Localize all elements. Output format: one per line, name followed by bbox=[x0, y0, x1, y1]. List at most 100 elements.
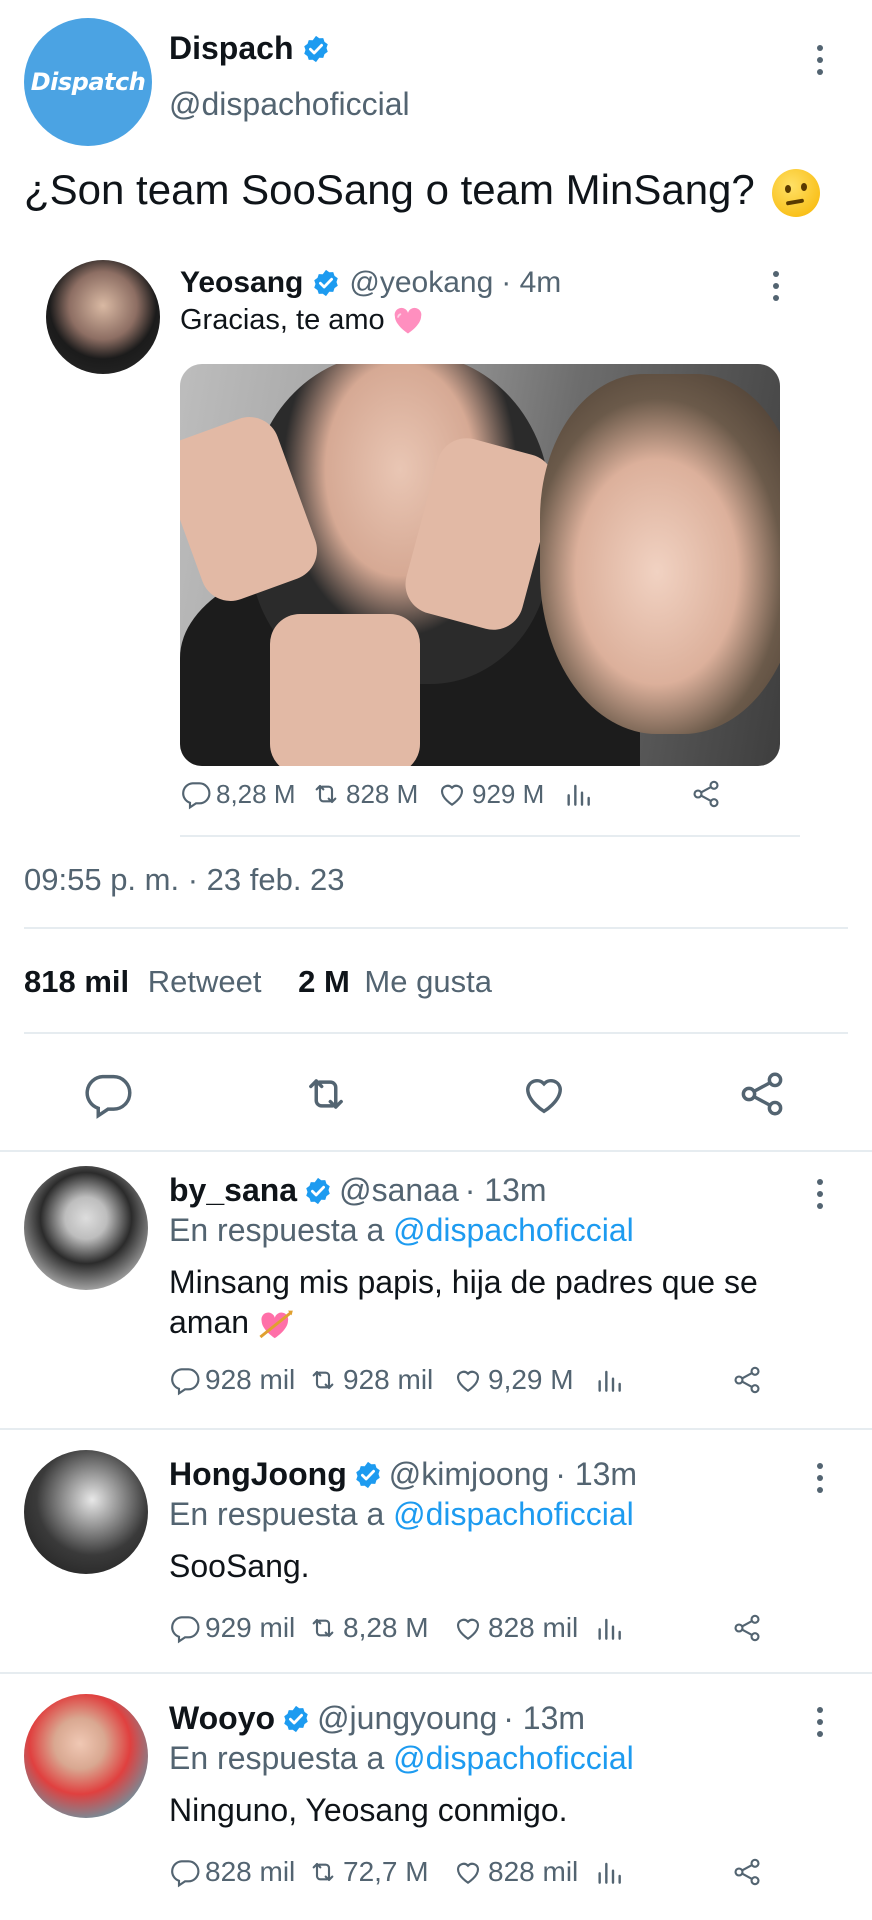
reply-tweet[interactable]: by_sana @sanaa · 13m En respuesta a @dis… bbox=[0, 1166, 872, 1426]
verified-icon bbox=[311, 268, 341, 298]
quoted-retweet-button[interactable]: 828 M bbox=[310, 778, 418, 810]
reply-views-button[interactable] bbox=[593, 1856, 625, 1888]
retweet-icon bbox=[307, 1856, 339, 1888]
reply-like-button[interactable]: 9,29 M bbox=[452, 1364, 574, 1396]
reply-share-button[interactable] bbox=[731, 1856, 763, 1888]
reply-retweet-button[interactable]: 928 mil bbox=[307, 1364, 433, 1396]
reply-author-handle[interactable]: @sanaa bbox=[339, 1172, 459, 1209]
reply-like-button[interactable]: 828 mil bbox=[452, 1612, 578, 1644]
author-name[interactable]: Dispach bbox=[169, 30, 331, 67]
more-options-icon[interactable] bbox=[810, 1702, 830, 1742]
reply-retweet-button[interactable]: 72,7 M bbox=[307, 1856, 429, 1888]
wooyo-avatar[interactable] bbox=[24, 1694, 148, 1818]
tweet-text: ¿Son team SooSang o team MinSang? bbox=[24, 166, 821, 217]
photo-hand-front bbox=[270, 614, 420, 766]
quoted-tweet-header: Yeosang @yeokang · 4m bbox=[180, 266, 561, 300]
views-icon bbox=[562, 778, 594, 810]
dispatch-avatar[interactable]: Dispatch bbox=[24, 18, 152, 146]
tweet-timestamp[interactable]: 09:55 p. m. · 23 feb. 23 bbox=[24, 862, 345, 898]
reply-share-button[interactable] bbox=[731, 1612, 763, 1644]
share-icon bbox=[731, 1856, 763, 1888]
more-options-icon[interactable] bbox=[810, 1458, 830, 1498]
reply-to-prefix: En respuesta a bbox=[169, 1740, 385, 1776]
reply-author-name[interactable]: Wooyo bbox=[169, 1700, 275, 1737]
reply-time: · 13m bbox=[555, 1456, 638, 1492]
reply-to-prefix: En respuesta a bbox=[169, 1496, 385, 1532]
by-sana-avatar[interactable] bbox=[24, 1166, 148, 1290]
quoted-time: · 4m bbox=[501, 266, 562, 299]
reply-to-line: En respuesta a @dispachoficcial bbox=[169, 1496, 634, 1533]
likes-count[interactable]: 2 M bbox=[298, 964, 350, 999]
reply-time: · 13m bbox=[464, 1172, 547, 1208]
like-icon bbox=[452, 1856, 484, 1888]
divider bbox=[0, 1672, 872, 1674]
reply-tweet[interactable]: HongJoong @kimjoong · 13m En respuesta a… bbox=[0, 1450, 872, 1670]
reply-retweet-button[interactable]: 8,28 M bbox=[307, 1612, 429, 1644]
verified-icon bbox=[281, 1704, 311, 1734]
like-icon bbox=[436, 778, 468, 810]
retweet-count: 828 M bbox=[346, 778, 419, 809]
reply-to-mention[interactable]: @dispachoficcial bbox=[393, 1496, 634, 1532]
quoted-author-handle[interactable]: @yeokang bbox=[349, 266, 493, 300]
quoted-like-button[interactable]: 929 M bbox=[436, 778, 544, 810]
like-icon bbox=[452, 1364, 484, 1396]
retweet-button[interactable] bbox=[300, 1068, 352, 1120]
reply-actions: 828 mil 72,7 M 828 mil bbox=[169, 1856, 809, 1900]
thinking-face-emoji bbox=[772, 168, 821, 217]
reply-author-name[interactable]: by_sana bbox=[169, 1172, 297, 1209]
yeosang-avatar[interactable] bbox=[46, 260, 160, 374]
reply-header: by_sana @sanaa · 13m bbox=[169, 1172, 547, 1209]
reply-to-line: En respuesta a @dispachoficcial bbox=[169, 1740, 634, 1777]
quoted-author-name[interactable]: Yeosang bbox=[180, 266, 303, 300]
verified-icon bbox=[301, 34, 331, 64]
reply-text: SooSang. bbox=[169, 1548, 310, 1584]
verified-icon bbox=[303, 1176, 333, 1206]
reply-to-mention[interactable]: @dispachoficcial bbox=[393, 1212, 634, 1248]
share-button[interactable] bbox=[736, 1068, 788, 1120]
retweets-count[interactable]: 818 mil bbox=[24, 964, 129, 999]
quoted-tweet-photo[interactable] bbox=[180, 364, 780, 766]
retweet-count: 928 mil bbox=[343, 1364, 434, 1395]
reply-author-name[interactable]: HongJoong bbox=[169, 1456, 347, 1493]
share-icon bbox=[731, 1612, 763, 1644]
hongjoong-avatar[interactable] bbox=[24, 1450, 148, 1574]
divider bbox=[0, 1428, 872, 1430]
quoted-reply-button[interactable]: 8,28 M bbox=[180, 778, 296, 810]
reply-like-button[interactable]: 828 mil bbox=[452, 1856, 578, 1888]
more-options-icon[interactable] bbox=[810, 1174, 830, 1214]
like-icon bbox=[452, 1612, 484, 1644]
more-options-icon[interactable] bbox=[810, 40, 830, 80]
verified-icon bbox=[353, 1460, 383, 1490]
reply-author-handle[interactable]: @kimjoong bbox=[389, 1456, 550, 1493]
tweet-text-content: ¿Son team SooSang o team MinSang? bbox=[24, 166, 755, 213]
retweets-label[interactable]: Retweet bbox=[148, 964, 262, 999]
reply-views-button[interactable] bbox=[593, 1612, 625, 1644]
reply-tweet[interactable]: Wooyo @jungyoung · 13m En respuesta a @d… bbox=[0, 1694, 872, 1914]
reply-author-handle[interactable]: @jungyoung bbox=[317, 1700, 497, 1737]
retweet-icon bbox=[310, 778, 342, 810]
tweet-stats: 818 mil Retweet 2 M Me gusta bbox=[24, 964, 492, 1000]
dispatch-avatar-logo: Dispatch bbox=[30, 68, 146, 96]
reply-button[interactable] bbox=[82, 1068, 134, 1120]
reply-reply-button[interactable]: 928 mil bbox=[169, 1364, 295, 1396]
reply-share-button[interactable] bbox=[731, 1364, 763, 1396]
reply-text: Ninguno, Yeosang conmigo. bbox=[169, 1792, 568, 1828]
like-count: 9,29 M bbox=[488, 1364, 574, 1395]
likes-label[interactable]: Me gusta bbox=[364, 964, 492, 999]
reply-to-mention[interactable]: @dispachoficcial bbox=[393, 1740, 634, 1776]
more-options-icon[interactable] bbox=[766, 266, 786, 306]
like-count: 828 mil bbox=[488, 1856, 579, 1887]
reply-reply-button[interactable]: 929 mil bbox=[169, 1612, 295, 1644]
like-count: 828 mil bbox=[488, 1612, 579, 1643]
reply-reply-button[interactable]: 828 mil bbox=[169, 1856, 295, 1888]
quoted-share-button[interactable] bbox=[690, 778, 722, 810]
reply-views-button[interactable] bbox=[593, 1364, 625, 1396]
author-handle[interactable]: @dispachoficcial bbox=[169, 86, 410, 123]
reply-icon bbox=[180, 778, 212, 810]
quoted-views-button[interactable] bbox=[562, 778, 594, 810]
pink-heart-emoji bbox=[393, 307, 423, 335]
main-tweet-actions bbox=[0, 1060, 872, 1126]
quoted-tweet-text-content: Gracias, te amo bbox=[180, 304, 385, 336]
reply-actions: 928 mil 928 mil 9,29 M bbox=[169, 1364, 809, 1408]
like-button[interactable] bbox=[518, 1068, 570, 1120]
